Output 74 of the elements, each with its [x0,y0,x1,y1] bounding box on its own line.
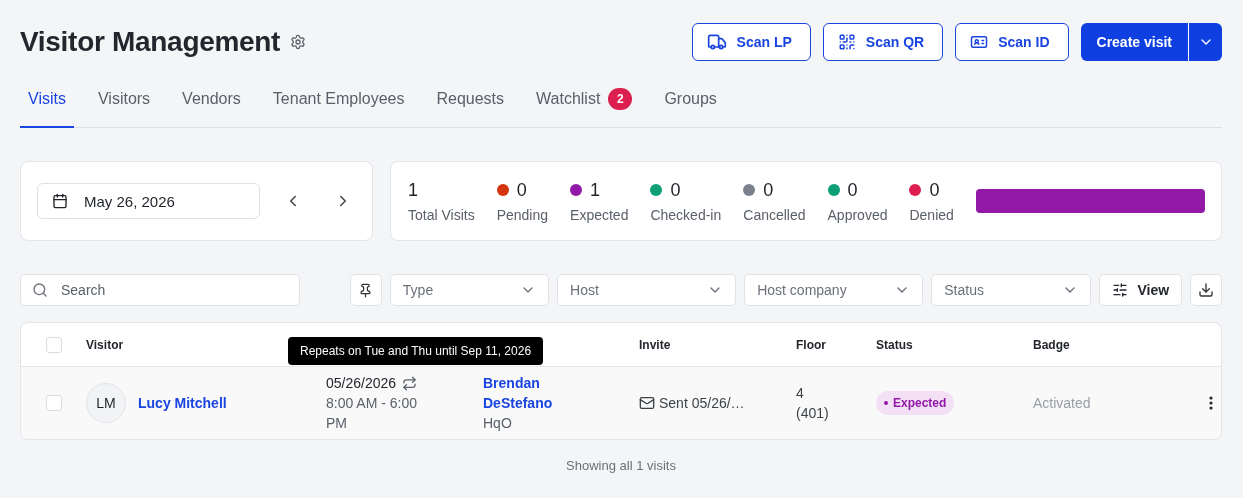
more-menu-button[interactable] [1209,396,1213,410]
invite-status: Sent 05/26/… [659,395,745,411]
page-title: Visitor Management [20,26,281,58]
pin-button[interactable] [350,274,382,306]
tab[interactable]: Tenant Employees [272,76,405,128]
filter-select[interactable]: Status [931,274,1091,306]
mail-icon [639,395,655,411]
stat-value: 0 [929,179,940,201]
more-icon [1209,396,1213,410]
badge-status: Activated [1033,395,1092,411]
scan-button[interactable]: Scan ID [955,23,1069,61]
count-badge: 2 [608,88,633,110]
view-button[interactable]: View [1098,274,1183,306]
tab-label: Tenant Employees [272,90,405,108]
id-card-icon [970,33,989,51]
stat-label: Total Visits [408,206,475,223]
stat-value: 0 [516,179,527,201]
search-icon [32,282,48,298]
scan-button[interactable]: Scan QR [822,23,944,61]
stat-label: Denied [909,206,954,223]
tab[interactable]: Vendors [182,76,241,128]
stat-value: 0 [763,179,774,201]
tooltip: Repeats on Tue and Thu until Sep 11, 2026 [288,337,544,365]
avatar: LM [86,383,126,423]
stat-label: Expected [570,206,629,223]
date-field[interactable]: May 26, 2026 [37,183,260,219]
column-header: Invite [639,337,672,352]
tab[interactable]: Groups [664,76,717,128]
stat-value: 1 [590,179,601,201]
visit-time: 8:00 AM - 6:00 PM [326,394,419,433]
status-pill: Expected [876,391,955,415]
qr-code-icon [837,33,856,51]
filter-select[interactable]: Type [389,274,550,306]
tab-label: Vendors [182,90,241,108]
stat-value: 0 [670,179,681,201]
tab[interactable]: Requests [436,76,505,128]
column-header: Floor [796,337,827,352]
select-all-checkbox[interactable] [46,336,62,353]
column-header: Status [876,337,914,352]
filter-select[interactable]: Host company [744,274,924,306]
host-company: HqO [483,414,513,433]
tab[interactable]: Watchlist 2 [536,76,633,128]
search-field[interactable]: Search [20,274,300,306]
truck-icon [706,32,727,52]
pin-icon [358,282,374,298]
visit-date: 05/26/2026 [326,374,397,393]
filter-select[interactable]: Host [557,274,737,306]
stat-label: Pending [496,206,549,223]
column-header: Badge [1033,337,1071,352]
tab-label: Visitors [97,90,151,108]
stat-label: Checked-in [650,206,722,223]
sliders-icon [1111,282,1128,298]
download-button[interactable] [1190,274,1222,306]
tab-label: Groups [664,90,717,108]
scan-button[interactable]: Scan LP [691,23,811,61]
download-icon [1198,282,1215,298]
stat-label: Cancelled [743,206,806,223]
tab[interactable]: Visitors [97,76,151,128]
stat-value: 0 [847,179,858,201]
tab-label: Watchlist [536,90,601,108]
stat-value: 1 [408,179,418,201]
create-visit-button[interactable]: Create visit [1080,23,1188,61]
results-count: Showing all 1 visits [565,458,677,473]
host-link[interactable]: Brendan DeStefano [483,373,563,413]
tab-label: Requests [436,90,505,108]
stat-label: Approved [827,206,888,223]
row-checkbox[interactable] [46,395,62,411]
tab[interactable]: Visits [20,76,74,128]
dropdown-button[interactable] [1188,23,1222,61]
visitor-link[interactable]: Lucy Mitchell [138,395,227,411]
calendar-icon [52,193,68,209]
floor-cell-text: 4 (401) [796,384,830,423]
tab-label: Visits [28,90,66,108]
settings-icon[interactable] [290,34,307,50]
